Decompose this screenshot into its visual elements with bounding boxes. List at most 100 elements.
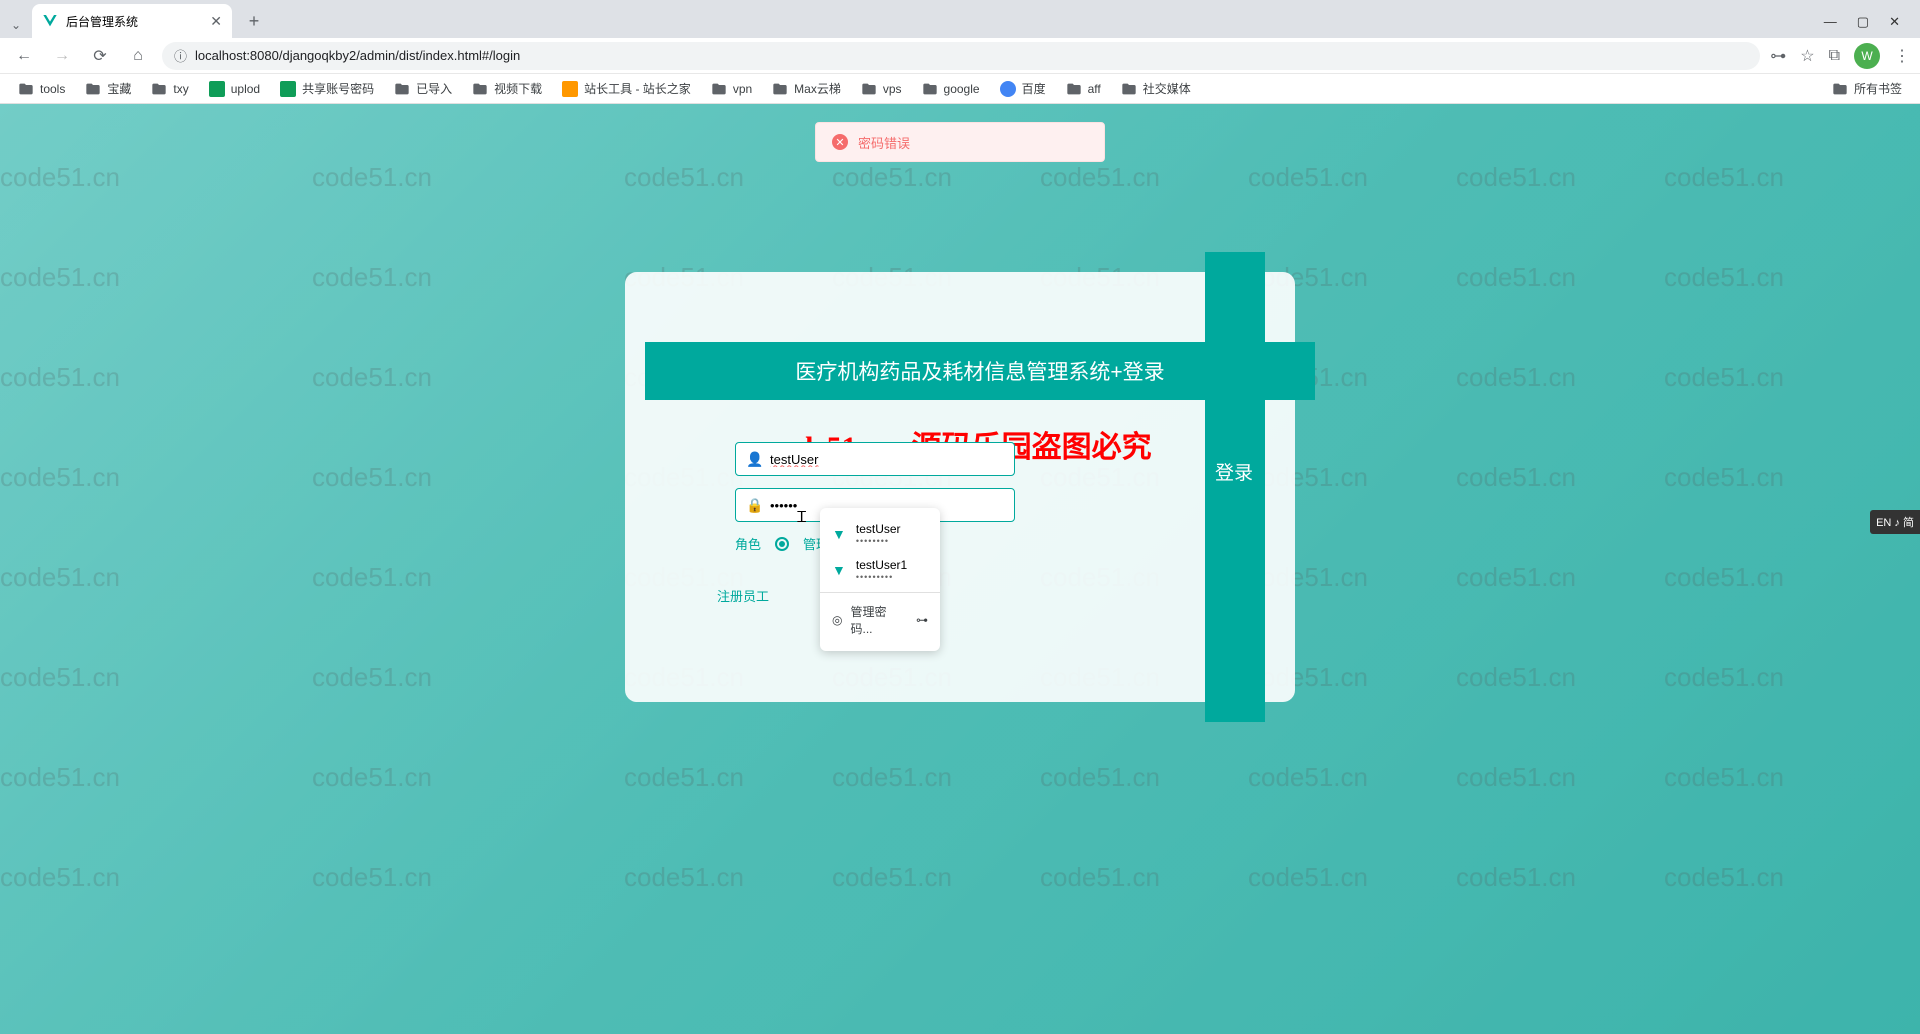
login-title-bar: 医疗机构药品及耗材信息管理系统+登录: [645, 342, 1315, 400]
address-bar-row: ← → ⟳ ⌂ ⓘ localhost:8080/djangoqkby2/adm…: [0, 38, 1920, 74]
bookmark-label: txy: [173, 82, 188, 96]
bookmark-label: 社交媒体: [1143, 80, 1191, 97]
folder-icon: [1121, 81, 1137, 97]
folder-icon: [1066, 81, 1082, 97]
folder-icon: [472, 81, 488, 97]
bookmark-label: 宝藏: [107, 80, 131, 97]
vue-icon: ▼: [832, 562, 846, 578]
bookmarks-bar: tools 宝藏 txy uplod 共享账号密码 已导入 视频下载 站长工具 - 站长之家 v…: [0, 74, 1920, 104]
password-suggestion-dropdown: ▼testUser••••••••▼testUser1••••••••• ◎ 管…: [820, 508, 940, 651]
bookmark-item[interactable]: vps: [853, 77, 910, 101]
url-text: localhost:8080/djangoqkby2/admin/dist/in…: [195, 48, 520, 63]
login-title: 医疗机构药品及耗材信息管理系统+登录: [795, 356, 1164, 386]
close-window-button[interactable]: ✕: [1889, 14, 1900, 30]
menu-button[interactable]: ⋮: [1894, 46, 1910, 66]
tab-title: 后台管理系统: [66, 13, 138, 30]
suggestion-dots: •••••••••: [856, 572, 907, 582]
folder-icon: [394, 81, 410, 97]
maximize-button[interactable]: ▢: [1857, 14, 1869, 30]
minimize-button[interactable]: —: [1824, 14, 1837, 30]
password-suggestion-item[interactable]: ▼ testUser1•••••••••: [820, 552, 940, 588]
vue-icon: [42, 13, 58, 29]
chrome-icon: ◎: [832, 613, 842, 627]
site-info-icon[interactable]: ⓘ: [174, 46, 187, 65]
user-icon: 👤: [746, 451, 762, 468]
bookmark-star-icon[interactable]: ☆: [1800, 46, 1814, 66]
ime-indicator[interactable]: EN ♪ 简: [1870, 510, 1920, 534]
bookmark-item[interactable]: 已导入: [386, 76, 460, 101]
bookmark-label: 站长工具 - 站长之家: [584, 80, 691, 97]
suggestion-user: testUser: [856, 522, 901, 536]
bookmark-item[interactable]: txy: [143, 77, 196, 101]
browser-tab-strip: ⌄ 后台管理系统 ✕ + — ▢ ✕: [0, 0, 1920, 38]
new-tab-button[interactable]: +: [240, 7, 268, 35]
all-bookmarks-label: 所有书签: [1854, 80, 1902, 97]
login-card: 医疗机构药品及耗材信息管理系统+登录 登录 code51. cn-源码乐园盗图必…: [625, 272, 1295, 702]
folder-icon: [861, 81, 877, 97]
site-icon: [1000, 81, 1016, 97]
bookmark-item[interactable]: tools: [10, 77, 73, 101]
role-label: 角色: [735, 534, 761, 553]
folder-icon: [18, 81, 34, 97]
bookmark-item[interactable]: google: [914, 77, 988, 101]
key-icon: ⊶: [916, 613, 928, 627]
password-suggestion-item[interactable]: ▼testUser••••••••: [820, 516, 940, 552]
bookmark-item[interactable]: vpn: [703, 77, 760, 101]
site-icon: [280, 81, 296, 97]
address-bar[interactable]: ⓘ localhost:8080/djangoqkby2/admin/dist/…: [162, 42, 1760, 70]
bookmark-item[interactable]: Max云梯: [764, 76, 849, 101]
profile-avatar[interactable]: W: [1854, 43, 1880, 69]
lock-icon: 🔒: [746, 497, 762, 514]
browser-tab[interactable]: 后台管理系统 ✕: [32, 4, 232, 38]
role-radio-admin[interactable]: [775, 537, 789, 551]
bookmark-label: uplod: [231, 82, 260, 96]
username-row: 👤: [735, 442, 1015, 476]
bookmark-item[interactable]: 社交媒体: [1113, 76, 1199, 101]
error-icon: ✕: [832, 134, 848, 150]
folder-icon: [711, 81, 727, 97]
all-bookmarks-button[interactable]: 所有书签: [1824, 76, 1910, 101]
reload-button[interactable]: ⟳: [86, 42, 114, 70]
extensions-icon[interactable]: ⧉: [1829, 47, 1840, 65]
home-button[interactable]: ⌂: [124, 42, 152, 70]
bookmark-label: tools: [40, 82, 65, 96]
manage-passwords-label: 管理密码...: [850, 603, 908, 637]
tab-close-button[interactable]: ✕: [210, 13, 222, 30]
suggestion-user: testUser1: [856, 558, 907, 572]
password-key-icon[interactable]: ⊶: [1770, 46, 1786, 66]
bookmark-item[interactable]: 视频下载: [464, 76, 550, 101]
back-button[interactable]: ←: [10, 42, 38, 70]
site-icon: [209, 81, 225, 97]
page-content: code51.cncode51.cncode51.cncode51.cncode…: [0, 104, 1920, 1034]
folder-icon: [922, 81, 938, 97]
bookmark-label: 已导入: [416, 80, 452, 97]
folder-icon: [1832, 81, 1848, 97]
bookmark-label: 百度: [1022, 80, 1046, 97]
accent-vertical: [1205, 252, 1265, 722]
bookmark-label: google: [944, 82, 980, 96]
error-message: 密码错误: [858, 133, 910, 152]
site-icon: [562, 81, 578, 97]
forward-button[interactable]: →: [48, 42, 76, 70]
bookmark-item[interactable]: 站长工具 - 站长之家: [554, 76, 699, 101]
tab-search-button[interactable]: ⌄: [8, 18, 24, 38]
bookmark-item[interactable]: uplod: [201, 77, 268, 101]
error-toast: ✕ 密码错误: [815, 122, 1105, 162]
bookmark-item[interactable]: 百度: [992, 76, 1054, 101]
bookmark-label: Max云梯: [794, 80, 841, 97]
register-link[interactable]: 注册员工: [717, 586, 769, 605]
bookmark-label: vpn: [733, 82, 752, 96]
username-input[interactable]: [770, 452, 1004, 467]
window-controls: — ▢ ✕: [1812, 14, 1912, 38]
bookmark-item[interactable]: 宝藏: [77, 76, 139, 101]
bookmark-item[interactable]: aff: [1058, 77, 1109, 101]
folder-icon: [151, 81, 167, 97]
manage-passwords-item[interactable]: ◎ 管理密码... ⊶: [820, 597, 940, 643]
bookmark-label: aff: [1088, 82, 1101, 96]
bookmark-item[interactable]: 共享账号密码: [272, 76, 382, 101]
bookmark-label: 共享账号密码: [302, 80, 374, 97]
bookmark-label: vps: [883, 82, 902, 96]
bookmark-label: 视频下载: [494, 80, 542, 97]
folder-icon: [772, 81, 788, 97]
vue-icon: ▼: [832, 526, 846, 542]
